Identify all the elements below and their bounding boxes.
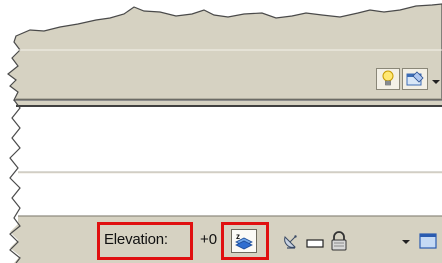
- window-button[interactable]: [414, 229, 442, 253]
- window-icon: [419, 233, 437, 249]
- clean-screen-icon: [406, 71, 424, 86]
- screenshot-canvas: Elevation: +0 z: [0, 0, 442, 263]
- satellite-button[interactable]: [278, 229, 304, 253]
- lightbulb-icon: [382, 70, 394, 86]
- lock-button[interactable]: [326, 229, 352, 253]
- lightbulb-button[interactable]: [376, 68, 400, 90]
- elevation-label-highlight: [97, 222, 193, 260]
- satellite-dish-icon: [284, 235, 297, 249]
- rectangle-toggle-button[interactable]: [302, 229, 328, 253]
- status-dropdown-arrow-icon[interactable]: [402, 240, 410, 244]
- tray-dropdown-arrow-icon[interactable]: [432, 80, 440, 84]
- elevation-button-highlight: [221, 222, 269, 260]
- rectangle-toggle-icon: [306, 239, 324, 248]
- clean-screen-button[interactable]: [402, 68, 428, 90]
- lock-icon: [331, 231, 347, 251]
- elevation-value: +0: [200, 231, 218, 248]
